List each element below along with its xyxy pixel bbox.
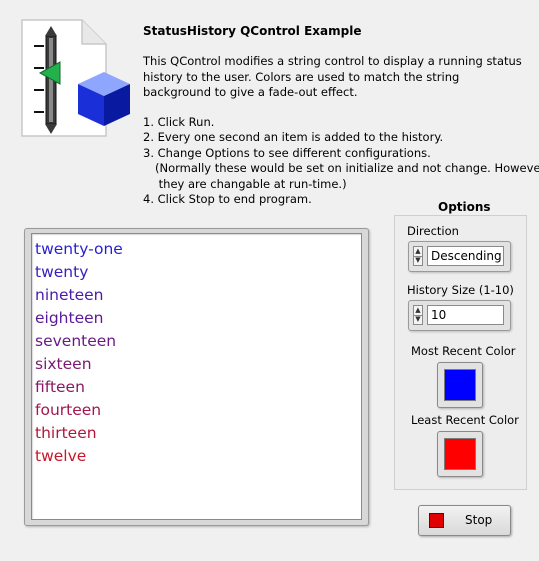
options-panel: Direction ▲ ▼ Descending History Size (1… <box>394 215 527 490</box>
history-size-spinner[interactable]: ▲ ▼ <box>413 305 423 325</box>
options-title: Options <box>438 200 491 214</box>
most-recent-color-label: Most Recent Color <box>411 344 516 358</box>
stop-button[interactable]: Stop <box>418 505 511 536</box>
history-item: sixteen <box>35 355 92 373</box>
history-size-control[interactable]: ▲ ▼ 10 <box>408 300 511 331</box>
history-item: eighteen <box>35 309 104 327</box>
history-item: thirteen <box>35 424 97 442</box>
slider-cube-icon <box>20 18 132 148</box>
direction-value[interactable]: Descending <box>427 246 504 266</box>
history-item: seventeen <box>35 332 117 350</box>
most-recent-color-swatch[interactable] <box>444 369 476 401</box>
history-item: fifteen <box>35 378 85 396</box>
history-size-value[interactable]: 10 <box>427 305 504 325</box>
direction-ring[interactable]: ▲ ▼ Descending <box>408 241 511 272</box>
instruction-step: 3. Change Options to see different confi… <box>143 145 431 160</box>
history-item: nineteen <box>35 286 104 304</box>
history-size-label: History Size (1-10) <box>407 283 514 297</box>
instruction-step: 2. Every one second an item is added to … <box>143 130 444 144</box>
description: This QControl modifies a string control … <box>143 54 539 208</box>
history-item: twenty <box>35 263 89 281</box>
instruction-step: 1. Click Run. <box>143 114 215 129</box>
history-item: twenty-one <box>35 240 123 258</box>
status-history-list: twenty-one twenty nineteen eighteen seve… <box>32 234 361 468</box>
most-recent-color-button[interactable] <box>437 362 483 408</box>
decrement-icon[interactable]: ▼ <box>414 315 422 324</box>
description-text: This QControl modifies a string control … <box>143 54 522 99</box>
least-recent-color-swatch[interactable] <box>444 438 476 470</box>
instruction-note: (Normally these would be set on initiali… <box>155 161 539 175</box>
decrement-icon[interactable]: ▼ <box>414 256 422 265</box>
stop-label: Stop <box>465 513 493 527</box>
history-item: twelve <box>35 447 87 465</box>
history-item: fourteen <box>35 401 102 419</box>
instruction-note: they are changable at run-time.) <box>155 176 347 191</box>
instructions: 1. Click Run. 2. Every one second an ite… <box>143 114 539 208</box>
least-recent-color-label: Least Recent Color <box>411 413 519 427</box>
page-title: StatusHistory QControl Example <box>143 24 362 38</box>
direction-label: Direction <box>407 224 459 238</box>
direction-spinner[interactable]: ▲ ▼ <box>413 246 423 266</box>
status-history-display[interactable]: twenty-one twenty nineteen eighteen seve… <box>31 233 362 520</box>
least-recent-color-button[interactable] <box>437 431 483 477</box>
status-history-control[interactable]: twenty-one twenty nineteen eighteen seve… <box>24 228 369 526</box>
stop-led-icon <box>429 513 444 528</box>
